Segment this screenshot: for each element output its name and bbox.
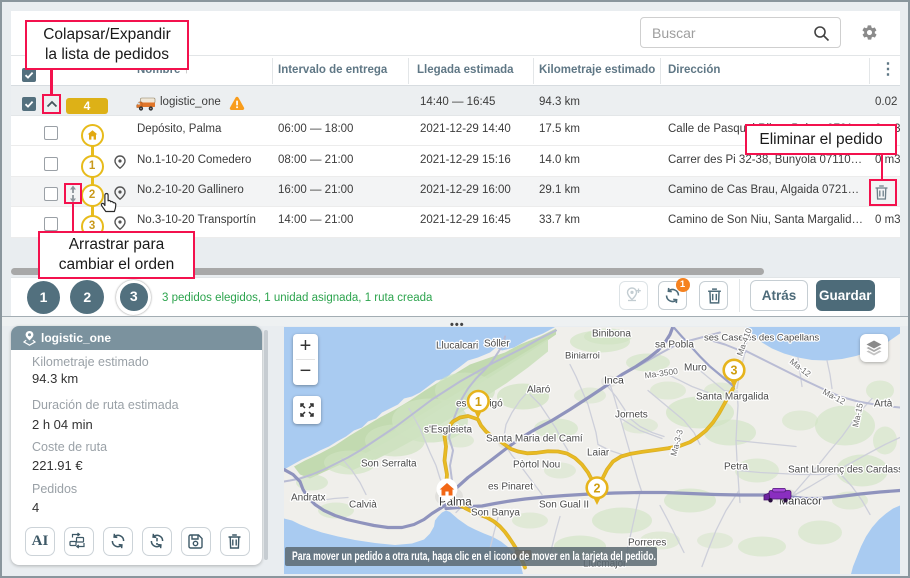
svg-text:Pòrtol Nou: Pòrtol Nou	[513, 459, 560, 470]
svg-text:Santa Maria del Camí: Santa Maria del Camí	[486, 433, 583, 444]
svg-text:Son Gual II: Son Gual II	[539, 499, 589, 510]
svg-text:Son Serralta: Son Serralta	[361, 458, 417, 469]
svg-text:Biniarroi: Biniarroi	[565, 350, 600, 361]
svg-text:Binibona: Binibona	[592, 328, 631, 339]
svg-text:3: 3	[731, 363, 738, 377]
svg-text:s'Esgleieta: s'Esgleieta	[424, 424, 472, 435]
svg-text:Llucalcari: Llucalcari	[436, 340, 478, 351]
svg-text:Jornets: Jornets	[615, 409, 648, 420]
svg-text:Sant Llorenç des Cardassa: Sant Llorenç des Cardassa	[788, 464, 900, 475]
svg-text:es Pinaret: es Pinaret	[488, 481, 533, 492]
svg-text:Alaró: Alaró	[527, 384, 551, 395]
svg-text:Artà: Artà	[874, 398, 893, 409]
svg-text:Petra: Petra	[724, 461, 748, 472]
svg-text:Sóller: Sóller	[484, 338, 510, 349]
svg-text:Santa Margalida: Santa Margalida	[696, 391, 769, 402]
svg-text:1: 1	[475, 394, 482, 408]
svg-text:Calvià: Calvià	[349, 499, 377, 510]
svg-text:Laiar: Laiar	[587, 447, 610, 458]
svg-text:Inca: Inca	[604, 374, 624, 386]
svg-text:Muro: Muro	[684, 362, 707, 373]
svg-text:Son Banya: Son Banya	[471, 507, 520, 518]
svg-text:ses Casetes des Capellans: ses Casetes des Capellans	[704, 332, 819, 343]
svg-text:2: 2	[594, 481, 601, 495]
svg-text:Andratx: Andratx	[291, 492, 325, 503]
svg-text:sa Pobla: sa Pobla	[655, 339, 694, 350]
